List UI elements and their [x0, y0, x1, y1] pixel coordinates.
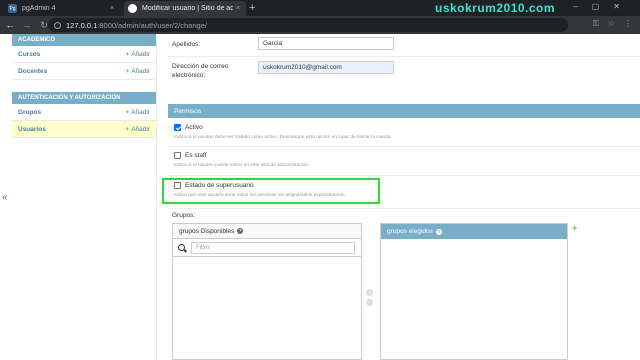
- sidebar-divider: [156, 34, 157, 360]
- row-divider: [168, 146, 640, 147]
- add-group-icon[interactable]: +: [572, 223, 577, 233]
- add-label: Añadir: [131, 108, 150, 116]
- sidebar-item-cursos: Cursos + Añadir: [12, 46, 156, 63]
- change-user-form: Apellidos: Garcia Dirección de correo el…: [162, 34, 640, 360]
- watermark: uskokrum2010.com: [435, 1, 556, 15]
- tab-modificar-usuario[interactable]: Modificar usuario | Sitio de administrac…: [124, 1, 246, 16]
- tab-title: pgAdmin 4: [22, 5, 56, 12]
- highlight-box: [162, 178, 380, 204]
- email-input[interactable]: uskokrum2010@gmail.com: [258, 61, 394, 74]
- help-icon[interactable]: ?: [435, 228, 442, 235]
- groups-label: Grupos:: [172, 212, 196, 219]
- url-host: 127.0.0.1: [66, 20, 98, 30]
- module-caption-academico[interactable]: ACADEMICO: [12, 34, 156, 46]
- module-caption-auth[interactable]: AUTENTICACIÓN Y AUTORIZACIÓN: [12, 92, 156, 104]
- email-label: Dirección de correo electrónico:: [172, 63, 229, 79]
- key-icon[interactable]: ⚿: [593, 19, 599, 29]
- star-icon[interactable]: ☆: [608, 19, 615, 29]
- add-docentes-link[interactable]: + Añadir: [125, 68, 150, 75]
- site-info-icon[interactable]: [54, 21, 61, 29]
- last-name-label: Apellidos:: [172, 41, 201, 48]
- globe-icon: [128, 4, 137, 13]
- groups-chosen-box: grupos elegidos ?: [380, 223, 568, 360]
- menu-icon[interactable]: ⋮: [624, 19, 632, 29]
- nav-sidebar: ACADEMICO Cursos + Añadir Docentes + Añadi…: [12, 34, 156, 138]
- add-label: Añadir: [131, 50, 150, 58]
- add-usuarios-link[interactable]: + Añadir: [125, 126, 150, 133]
- add-icon: +: [125, 50, 130, 58]
- back-icon[interactable]: ←: [3, 20, 17, 30]
- staff-help: Indica si el usuario puede entrar en est…: [174, 163, 310, 168]
- remove-selected-icon[interactable]: ‹: [366, 299, 373, 306]
- staff-field: Es staff: [174, 152, 207, 159]
- activo-field: Activo: [174, 124, 203, 131]
- new-tab-button[interactable]: +: [249, 2, 255, 14]
- activo-help: Indica si el usuario debe ser tratado co…: [174, 135, 392, 140]
- groups-available-title: grupos Disponibles ?: [173, 224, 361, 239]
- groups-filter-row: Filtro: [173, 239, 361, 257]
- add-label: Añadir: [131, 125, 150, 133]
- collapse-sidebar-button[interactable]: «: [2, 192, 8, 203]
- add-icon: +: [125, 108, 130, 116]
- close-tab-icon[interactable]: ×: [107, 5, 117, 12]
- sidebar-item-grupos: Grupos + Añadir: [12, 104, 156, 121]
- close-tab-icon[interactable]: ×: [233, 5, 243, 12]
- sidebar-item-usuarios: Usuarios + Añadir: [12, 121, 156, 138]
- groups-chosen-title: grupos elegidos ?: [381, 224, 567, 239]
- add-grupos-link[interactable]: + Añadir: [125, 109, 150, 116]
- add-icon: +: [125, 67, 130, 75]
- browser-toolbar: ← → ↻ 127.0.0.1:8000/admin/auth/user/2/c…: [0, 16, 640, 34]
- sidebar-link-docentes[interactable]: Docentes: [18, 68, 47, 75]
- groups-available-box: grupos Disponibles ? Filtro: [172, 223, 362, 360]
- available-title-text: grupos Disponibles: [179, 227, 235, 235]
- address-bar[interactable]: 127.0.0.1:8000/admin/auth/user/2/change/: [48, 18, 568, 32]
- sidebar-link-cursos[interactable]: Cursos: [18, 51, 40, 58]
- browser-tab-strip: Pg pgAdmin 4 × Modificar usuario | Sitio…: [0, 0, 640, 16]
- row-divider: [168, 175, 640, 176]
- activo-checkbox[interactable]: [174, 124, 181, 131]
- chosen-title-text: grupos elegidos: [387, 228, 433, 235]
- add-cursos-link[interactable]: + Añadir: [125, 51, 150, 58]
- fieldset-caption-permisos: Permisos: [168, 104, 640, 118]
- staff-checkbox[interactable]: [174, 152, 181, 159]
- add-label: Añadir: [131, 67, 150, 75]
- last-name-input[interactable]: Garcia: [258, 37, 394, 50]
- activo-label[interactable]: Activo: [185, 124, 203, 131]
- staff-label[interactable]: Es staff: [185, 152, 207, 159]
- tab-title: Modificar usuario | Sitio de administrac…: [142, 5, 233, 12]
- url-path: :8000/admin/auth/user/2/change/: [97, 20, 207, 30]
- tab-pgadmin[interactable]: Pg pgAdmin 4 ×: [4, 1, 120, 16]
- sidebar-link-usuarios[interactable]: Usuarios: [18, 126, 46, 133]
- sidebar-link-grupos[interactable]: Grupos: [18, 109, 41, 116]
- search-icon: [178, 244, 185, 251]
- row-divider: [168, 56, 640, 57]
- help-icon[interactable]: ?: [237, 228, 244, 234]
- add-selected-icon[interactable]: ›: [366, 289, 373, 296]
- row-divider: [168, 208, 640, 209]
- selector-arrows: › ‹: [366, 289, 373, 306]
- pgadmin-icon: Pg: [8, 4, 17, 13]
- add-icon: +: [125, 125, 130, 133]
- groups-filter-input[interactable]: Filtro: [191, 241, 355, 254]
- sidebar-item-docentes: Docentes + Añadir: [12, 63, 156, 80]
- forward-icon[interactable]: →: [20, 20, 34, 30]
- window-controls[interactable]: –▢✕: [573, 2, 634, 11]
